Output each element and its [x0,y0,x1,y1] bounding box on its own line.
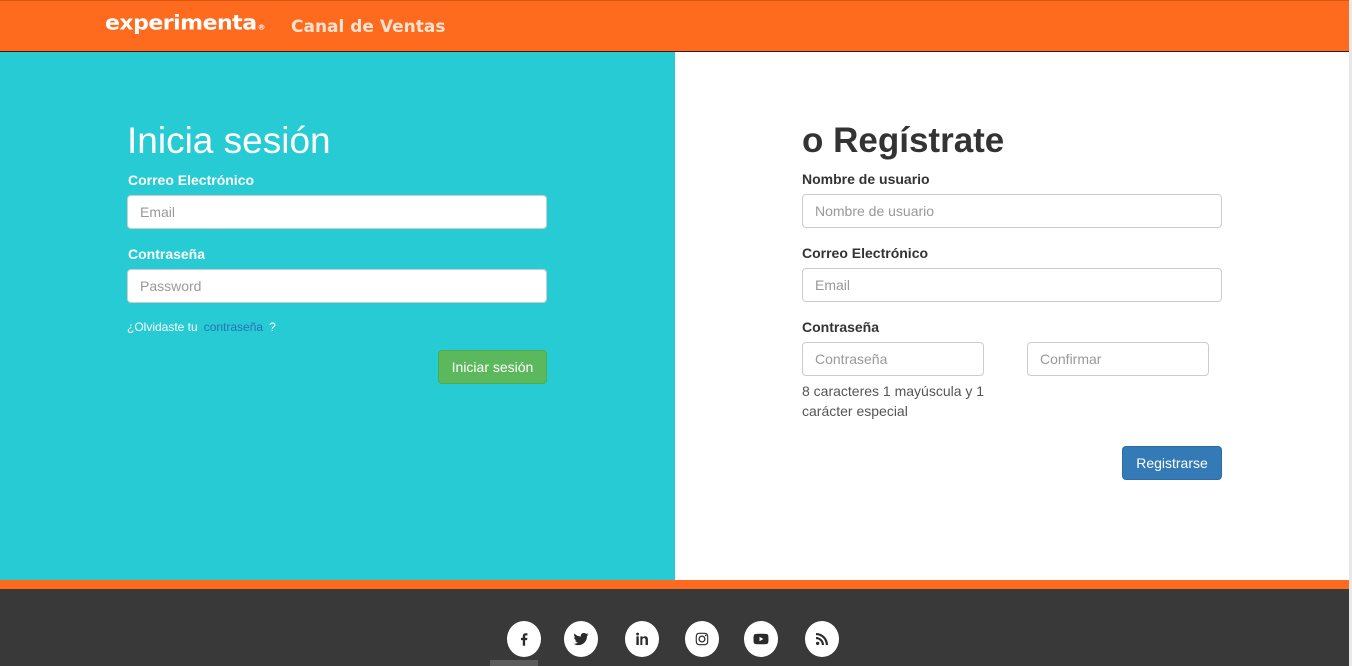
forgot-suffix: ? [269,320,276,334]
logo-registered-mark: ® [257,23,266,32]
footer [0,589,1349,666]
register-username-label: Nombre de usuario [802,171,930,187]
forgot-password-text: ¿Olvidaste tu contraseña? [127,319,276,335]
password-hint: 8 caracteres 1 mayúscula y 1 carácter es… [802,383,985,419]
register-password-label: Contraseña [802,319,880,335]
register-email-label: Correo Electrónico [802,245,929,261]
logo-text: experimenta [105,12,257,36]
register-panel [675,52,1349,580]
register-title: o Regístrate [802,121,1005,160]
login-password-label: Contraseña [128,246,206,262]
login-email-input[interactable] [127,195,547,229]
linkedin-icon[interactable] [625,621,659,657]
forgot-prefix: ¿Olvidaste tu [127,320,198,334]
channel-title: Canal de Ventas [291,17,446,37]
facebook-icon[interactable] [507,621,541,657]
footer-tab [490,660,538,666]
register-button[interactable]: Registrarse [1122,446,1222,480]
footer-accent-strip [0,580,1349,589]
youtube-icon[interactable] [744,621,778,657]
register-email-input[interactable] [802,268,1222,302]
register-username-input[interactable] [802,194,1222,228]
instagram-icon[interactable] [685,621,719,657]
login-email-label: Correo Electrónico [128,172,255,188]
login-panel [0,52,675,580]
forgot-password-link[interactable]: contraseña [204,320,263,334]
login-button[interactable]: Iniciar sesión [438,350,547,384]
register-password-input[interactable] [802,342,984,376]
twitter-icon[interactable] [564,621,598,657]
login-title: Inicia sesión [127,120,331,161]
rss-icon[interactable] [805,621,839,657]
experimenta-logo[interactable]: experimenta® [105,12,266,40]
register-confirm-input[interactable] [1027,342,1209,376]
top-navbar: experimenta® Canal de Ventas [0,0,1349,52]
login-password-input[interactable] [127,269,547,303]
